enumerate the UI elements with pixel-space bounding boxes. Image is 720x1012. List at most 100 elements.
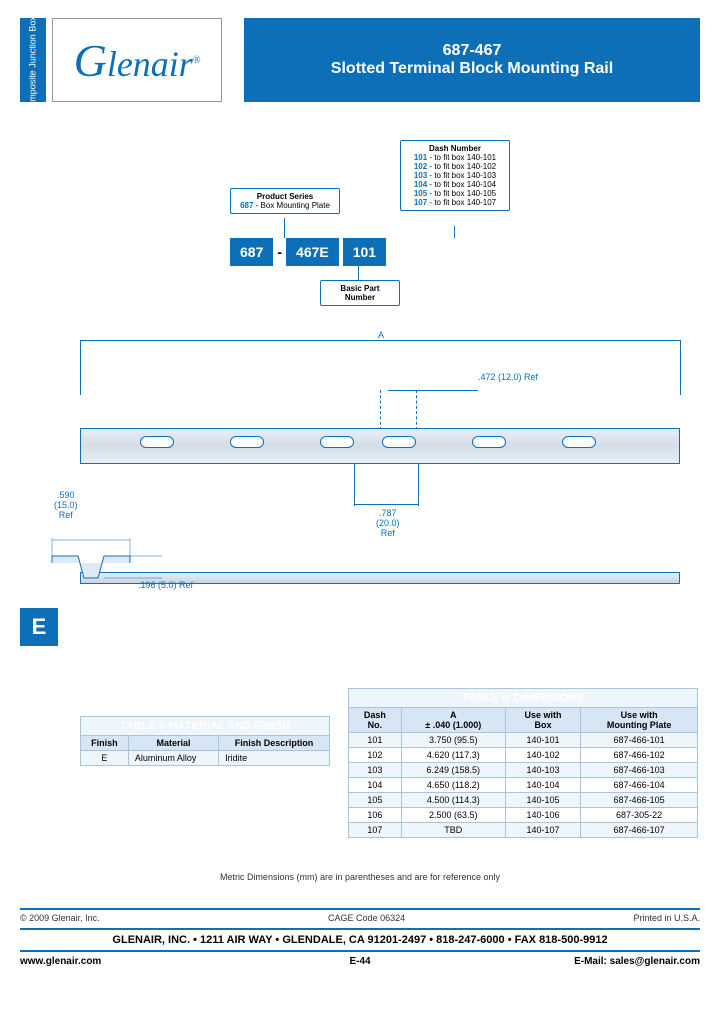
dash-row-num: 105	[414, 189, 427, 198]
table-row: 1013.750 (95.5)140-101687-466-101	[349, 733, 698, 748]
t2-cell: 102	[349, 748, 402, 763]
table-2-dimensions: TABLE II: DIMENSIONS Dash No. A ± .040 (…	[348, 688, 698, 838]
t2-cell: 104	[349, 778, 402, 793]
t2-cell: 687-466-107	[581, 823, 698, 838]
dim-196-label: .196 (5.0) Ref	[138, 580, 193, 590]
t2-cell: 687-466-102	[581, 748, 698, 763]
slot	[382, 436, 416, 448]
t2-cell: 687-466-101	[581, 733, 698, 748]
table-row: 1044.650 (118.2)140-104687-466-104	[349, 778, 698, 793]
basic-part-callout: Basic Part Number	[320, 280, 400, 306]
slot	[320, 436, 354, 448]
dim-787-extension	[354, 464, 355, 506]
table1-cell: E	[81, 751, 129, 766]
dash-row-num: 101	[414, 153, 427, 162]
dash-row-desc: - to fit box 140-101	[427, 153, 496, 162]
pn-box-basic: 467E	[286, 238, 339, 266]
product-series-num: 687	[240, 201, 253, 210]
dash-number-heading: Dash Number	[407, 144, 503, 153]
t2-cell: 6.249 (158.5)	[401, 763, 505, 778]
footer-top-row: © 2009 Glenair, Inc. CAGE Code 06324 Pri…	[20, 908, 700, 923]
table1-cell: Aluminum Alloy	[128, 751, 218, 766]
slot	[230, 436, 264, 448]
slot	[472, 436, 506, 448]
t2-cell: 4.500 (114.3)	[401, 793, 505, 808]
table2-header: A ± .040 (1.000)	[401, 708, 505, 733]
pn-box-series: 687	[230, 238, 273, 266]
t2-cell: 101	[349, 733, 402, 748]
connector-line	[358, 266, 359, 280]
t2-cell: 106	[349, 808, 402, 823]
dash-row-desc: - to fit box 140-103	[427, 171, 496, 180]
table2-header: Dash No.	[349, 708, 402, 733]
dash-row-desc: - to fit box 140-102	[427, 162, 496, 171]
t2-cell: 103	[349, 763, 402, 778]
table1-header: Finish	[81, 736, 129, 751]
table1-title: TABLE I: MATERIAL AND FINISH	[81, 717, 330, 736]
table-row: 1054.500 (114.3)140-105687-466-105	[349, 793, 698, 808]
t2-cell: 687-466-105	[581, 793, 698, 808]
product-series-desc: - Box Mounting Plate	[253, 201, 329, 210]
section-e-tab: E	[20, 608, 58, 646]
dim-787-extension	[418, 464, 419, 506]
t2-cell: TBD	[401, 823, 505, 838]
footer-page-number: E-44	[20, 956, 700, 967]
pn-dash-char: -	[277, 244, 282, 260]
dim-787-label: .787 (20.0) Ref	[376, 508, 400, 538]
table1-header: Material	[128, 736, 218, 751]
dim-a-line	[80, 340, 680, 341]
connector-line	[284, 218, 285, 238]
product-series-callout: Product Series 687 - Box Mounting Plate	[230, 188, 340, 214]
dim-472-label: .472 (12.0) Ref	[478, 372, 538, 382]
title-bar: 687-467 Slotted Terminal Block Mounting …	[244, 18, 700, 102]
dash-number-callout: Dash Number 101 - to fit box 140-101 102…	[400, 140, 510, 211]
t2-cell: 140-105	[505, 793, 580, 808]
dim-472-extension	[416, 390, 424, 430]
t2-cell: 4.620 (117.3)	[401, 748, 505, 763]
metric-dimensions-note: Metric Dimensions (mm) are in parenthese…	[0, 872, 720, 882]
pn-code-boxes: 687 - 467E 101	[230, 238, 386, 266]
dash-row-desc: - to fit box 140-107	[427, 198, 496, 207]
t2-cell: 140-107	[505, 823, 580, 838]
table-row: E Aluminum Alloy Iridite	[81, 751, 330, 766]
table-row: 1024.620 (117.3)140-102687-466-102	[349, 748, 698, 763]
slot	[562, 436, 596, 448]
table-row: 1062.500 (63.5)140-106687-305-22	[349, 808, 698, 823]
basic-part-heading: Basic Part Number	[327, 284, 393, 302]
table-1-material-finish: TABLE I: MATERIAL AND FINISH Finish Mate…	[80, 716, 330, 766]
table1-cell: Iridite	[219, 751, 330, 766]
dash-row-num: 102	[414, 162, 427, 171]
table2-title: TABLE II: DIMENSIONS	[349, 689, 698, 708]
dim-472-leader	[388, 390, 478, 391]
t2-cell: 140-103	[505, 763, 580, 778]
footer-bottom-row: www.glenair.com E-44 E-Mail: sales@glena…	[20, 956, 700, 967]
t2-cell: 3.750 (95.5)	[401, 733, 505, 748]
dim-472-extension	[380, 390, 388, 430]
t2-cell: 687-305-22	[581, 808, 698, 823]
dash-row-desc: - to fit box 140-104	[427, 180, 496, 189]
t2-cell: 140-106	[505, 808, 580, 823]
dash-row-num: 107	[414, 198, 427, 207]
table-row: 1036.249 (158.5)140-103687-466-103	[349, 763, 698, 778]
t2-cell: 687-466-104	[581, 778, 698, 793]
footer-copyright: © 2009 Glenair, Inc.	[20, 913, 100, 923]
t2-cell: 140-101	[505, 733, 580, 748]
dim-a-label: A	[374, 330, 388, 340]
title-part-name: Slotted Terminal Block Mounting Rail	[331, 60, 613, 78]
product-series-heading: Product Series	[237, 192, 333, 201]
table1-header: Finish Description	[219, 736, 330, 751]
table2-header: Use with Mounting Plate	[581, 708, 698, 733]
title-part-number: 687-467	[443, 42, 502, 60]
dash-row-num: 103	[414, 171, 427, 180]
side-tab-text: Composite Junction Boxes	[28, 7, 38, 114]
t2-cell: 687-466-103	[581, 763, 698, 778]
t2-cell: 2.500 (63.5)	[401, 808, 505, 823]
footer-cage-code: CAGE Code 06324	[328, 913, 405, 923]
t2-cell: 4.650 (118.2)	[401, 778, 505, 793]
slot	[140, 436, 174, 448]
footer-printed: Printed in U.S.A.	[633, 913, 700, 923]
dim-a-extension	[680, 340, 681, 395]
logo-box: GGlenairlenair®	[52, 18, 222, 102]
dash-row-desc: - to fit box 140-105	[427, 189, 496, 198]
technical-drawing: A .472 (12.0) Ref .787 (20.0) Ref	[80, 340, 680, 600]
